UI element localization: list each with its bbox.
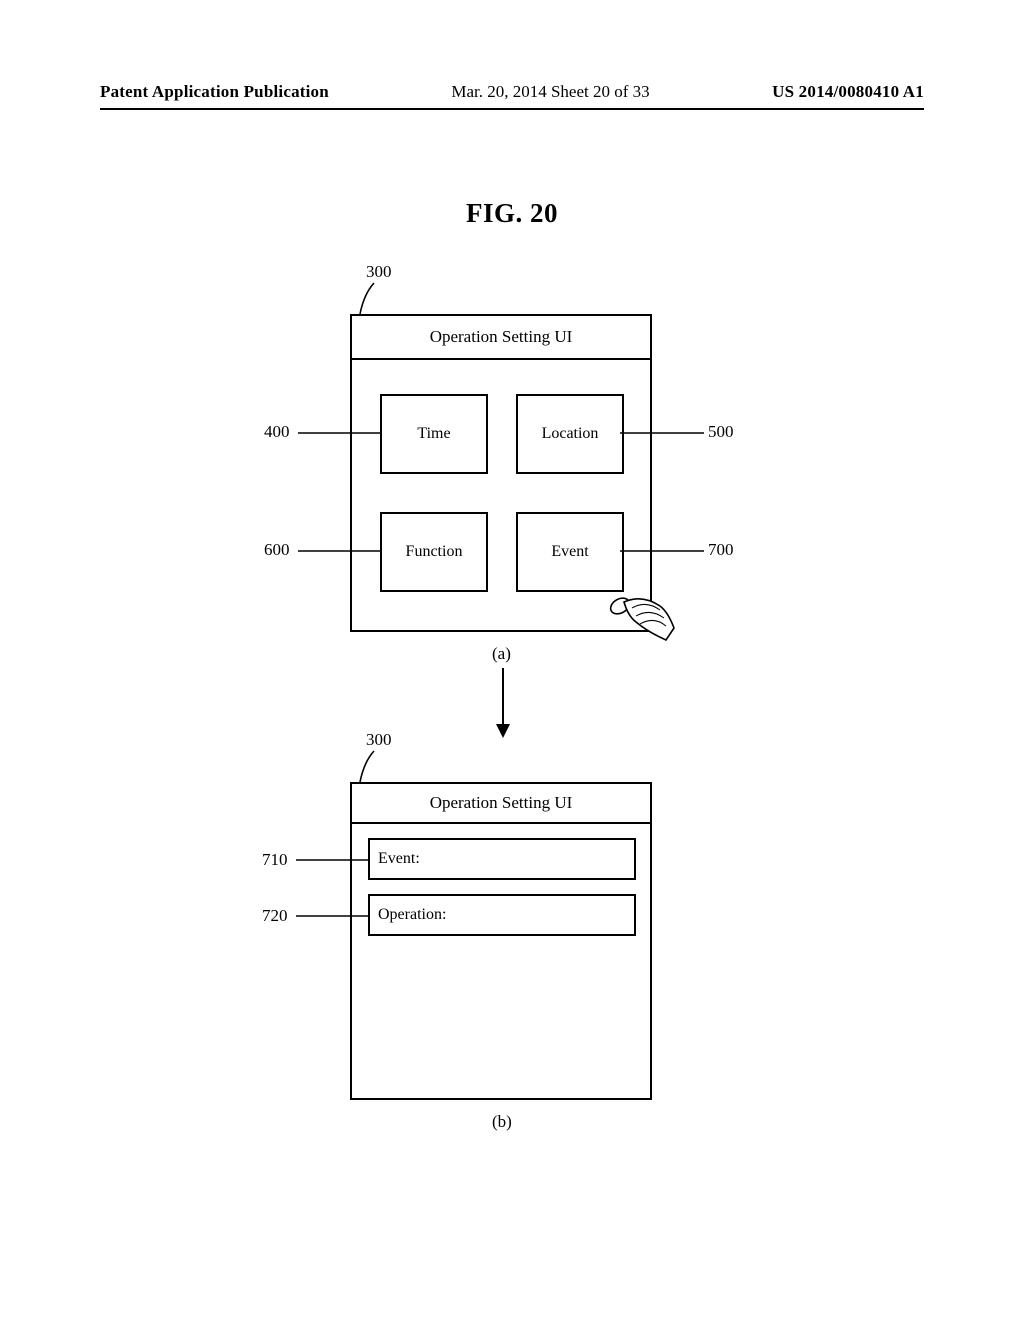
- page-header: Patent Application Publication Mar. 20, …: [0, 82, 1024, 108]
- tile-location[interactable]: Location: [516, 394, 624, 474]
- tile-time[interactable]: Time: [380, 394, 488, 474]
- callout-a-600-num: 600: [264, 540, 290, 560]
- callout-a-700-num: 700: [708, 540, 734, 560]
- callout-b-710-num: 710: [262, 850, 288, 870]
- callout-b-720-num: 720: [262, 906, 288, 926]
- header-center: Mar. 20, 2014 Sheet 20 of 33: [451, 82, 649, 102]
- callout-a-400-num: 400: [264, 422, 290, 442]
- finger-touch-icon: [606, 588, 676, 658]
- panel-b-frame: Operation Setting UI Event: Operation:: [350, 782, 652, 1100]
- panel-b-sublabel: (b): [492, 1112, 512, 1132]
- tile-time-label: Time: [417, 425, 450, 443]
- tile-event[interactable]: Event: [516, 512, 624, 592]
- callout-a-300-num: 300: [366, 262, 392, 282]
- header-left: Patent Application Publication: [100, 82, 329, 102]
- tile-function-label: Function: [406, 543, 463, 561]
- event-field-label: Event:: [378, 850, 420, 868]
- tile-event-label: Event: [551, 543, 588, 561]
- tile-function[interactable]: Function: [380, 512, 488, 592]
- operation-field[interactable]: Operation:: [368, 894, 636, 936]
- header-rule: [100, 108, 924, 110]
- figure-title: FIG. 20: [0, 198, 1024, 229]
- panel-a-title: Operation Setting UI: [352, 316, 650, 360]
- panel-a-frame: Operation Setting UI Time Location Funct…: [350, 314, 652, 632]
- callout-b-300-num: 300: [366, 730, 392, 750]
- callout-a-500-num: 500: [708, 422, 734, 442]
- transition-arrow-icon: [494, 668, 512, 738]
- panel-a-sublabel: (a): [492, 644, 511, 664]
- operation-field-label: Operation:: [378, 906, 446, 924]
- event-field[interactable]: Event:: [368, 838, 636, 880]
- header-right: US 2014/0080410 A1: [772, 82, 924, 102]
- tile-location-label: Location: [542, 425, 599, 443]
- panel-b-title: Operation Setting UI: [352, 784, 650, 824]
